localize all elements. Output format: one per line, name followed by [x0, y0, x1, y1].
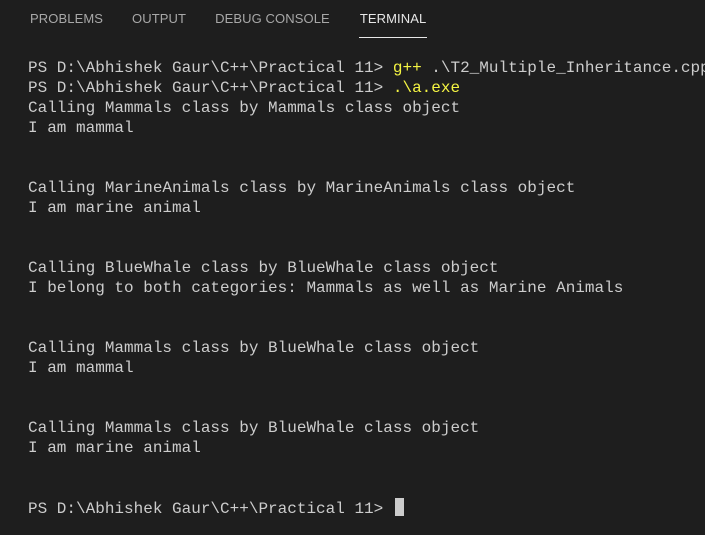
- output-line: Calling Mammals class by BlueWhale class…: [28, 419, 480, 437]
- tab-terminal[interactable]: TERMINAL: [358, 0, 428, 38]
- output-line: I am mammal: [28, 359, 134, 377]
- tab-problems[interactable]: PROBLEMS: [30, 0, 103, 27]
- output-line: I am marine animal: [28, 439, 201, 457]
- output-line: I belong to both categories: Mammals as …: [28, 279, 624, 297]
- output-line: I am mammal: [28, 119, 134, 137]
- terminal-cursor: [394, 498, 404, 516]
- output-line: Calling MarineAnimals class by MarineAni…: [28, 179, 576, 197]
- prompt: PS D:\Abhishek Gaur\C++\Practical 11>: [28, 79, 393, 97]
- prompt: PS D:\Abhishek Gaur\C++\Practical 11>: [28, 59, 393, 77]
- prompt: PS D:\Abhishek Gaur\C++\Practical 11>: [28, 500, 393, 518]
- terminal-output[interactable]: PS D:\Abhishek Gaur\C++\Practical 11> g+…: [28, 58, 705, 518]
- command-line-run: PS D:\Abhishek Gaur\C++\Practical 11> .\…: [28, 78, 698, 98]
- tab-output[interactable]: OUTPUT: [132, 0, 186, 27]
- active-prompt-line[interactable]: PS D:\Abhishek Gaur\C++\Practical 11>: [28, 498, 698, 518]
- command-program: g++: [392, 59, 422, 77]
- output-line: Calling Mammals class by BlueWhale class…: [28, 339, 480, 357]
- command-program: .\a.exe: [392, 79, 461, 97]
- command-argument: .\T2_Multiple_Inheritance.cpp: [421, 59, 705, 77]
- output-line: Calling BlueWhale class by BlueWhale cla…: [28, 259, 499, 277]
- panel-tab-bar: PROBLEMS OUTPUT DEBUG CONSOLE TERMINAL: [0, 0, 705, 38]
- terminal-panel: PROBLEMS OUTPUT DEBUG CONSOLE TERMINAL P…: [0, 0, 705, 535]
- command-line-compile: PS D:\Abhishek Gaur\C++\Practical 11> g+…: [28, 58, 705, 78]
- output-line: Calling Mammals class by Mammals class o…: [28, 99, 461, 117]
- output-line: I am marine animal: [28, 199, 201, 217]
- tab-debug-console[interactable]: DEBUG CONSOLE: [215, 0, 330, 27]
